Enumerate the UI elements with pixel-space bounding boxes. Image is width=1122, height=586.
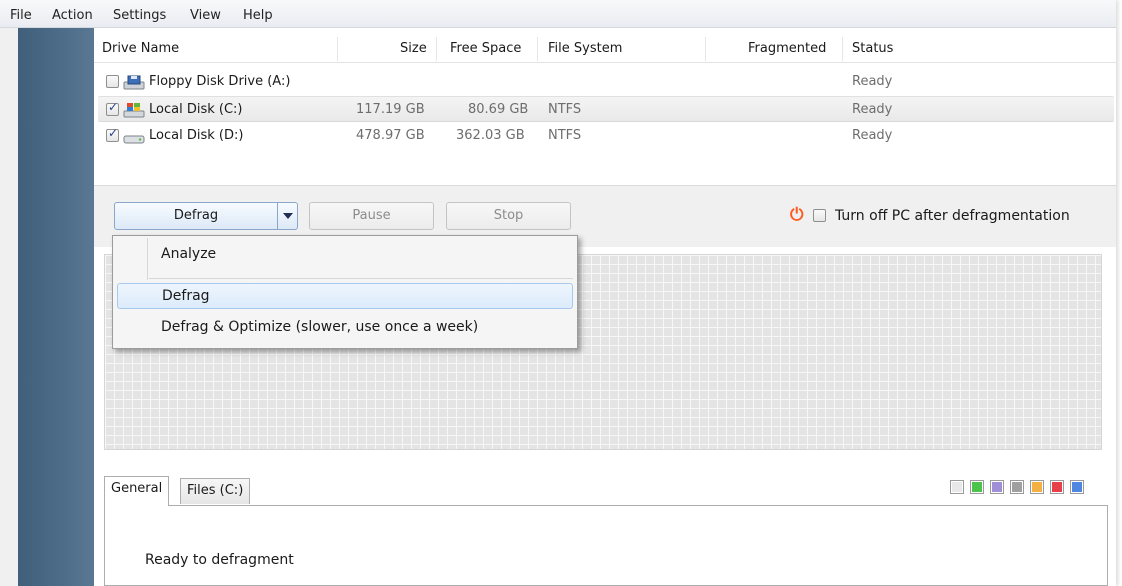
column-file-system[interactable]: File System <box>548 41 622 56</box>
column-divider <box>337 37 338 61</box>
column-free-space[interactable]: Free Space <box>450 41 521 56</box>
legend-swatch <box>1030 480 1044 494</box>
dropdown-arrow-icon[interactable] <box>277 203 297 229</box>
defrag-dropdown-menu: Analyze Defrag Defrag & Optimize (slower… <box>112 235 578 349</box>
column-divider <box>537 37 538 61</box>
column-divider <box>705 37 706 61</box>
legend-swatch <box>1010 480 1024 494</box>
turn-off-checkbox[interactable] <box>813 209 826 222</box>
floppy-drive-icon <box>123 75 145 90</box>
column-size[interactable]: Size <box>400 41 427 56</box>
drive-checkbox[interactable] <box>106 100 119 116</box>
system-disk-icon <box>123 103 145 118</box>
pause-button[interactable]: Pause <box>309 202 434 230</box>
menu-view[interactable]: View <box>190 8 221 23</box>
drive-free-space: 362.03 GB <box>456 128 525 143</box>
drive-name: Local Disk (D:) <box>149 128 244 143</box>
legend-color <box>1052 482 1062 492</box>
drive-status: Ready <box>852 74 893 89</box>
menu-file[interactable]: File <box>10 8 32 23</box>
drive-size: 478.97 GB <box>356 128 425 143</box>
drive-checkbox[interactable] <box>106 126 119 142</box>
drive-checkbox[interactable] <box>106 75 119 88</box>
tab-general[interactable]: General <box>104 476 170 506</box>
menu-help[interactable]: Help <box>243 8 273 23</box>
table-row[interactable]: Floppy Disk Drive (A:) Ready <box>94 69 1116 95</box>
drive-name: Local Disk (C:) <box>149 102 243 117</box>
menu-item-defrag[interactable]: Defrag <box>117 283 573 309</box>
power-icon: ⏻ <box>790 205 804 225</box>
menu-action[interactable]: Action <box>52 8 93 23</box>
general-tab-panel: Ready to defragment <box>104 505 1108 586</box>
column-drive-name[interactable]: Drive Name <box>102 41 179 56</box>
drive-table: Drive Name Size Free Space File System F… <box>94 35 1116 185</box>
table-header: Drive Name Size Free Space File System F… <box>94 35 1116 63</box>
defrag-split-button[interactable]: Defrag <box>114 202 298 230</box>
column-status[interactable]: Status <box>852 41 893 56</box>
sidebar-panel <box>18 28 94 586</box>
legend-color <box>952 482 962 492</box>
hard-disk-icon <box>123 135 145 144</box>
drive-file-system: NTFS <box>548 128 582 143</box>
drive-size: 117.19 GB <box>356 102 425 117</box>
drive-status: Ready <box>852 128 893 143</box>
legend-swatch <box>1070 480 1084 494</box>
turn-off-label[interactable]: Turn off PC after defragmentation <box>835 208 1070 224</box>
info-tabs: General Files (C:) Ready to defragment <box>104 476 1108 586</box>
legend-swatch <box>950 480 964 494</box>
legend-swatch <box>1050 480 1064 494</box>
column-divider <box>842 37 843 61</box>
stop-button[interactable]: Stop <box>446 202 571 230</box>
drive-file-system: NTFS <box>548 102 582 117</box>
defrag-button-label[interactable]: Defrag <box>115 203 277 229</box>
drive-name: Floppy Disk Drive (A:) <box>149 74 291 89</box>
column-fragmented[interactable]: Fragmented <box>748 41 826 56</box>
legend-color <box>1012 482 1022 492</box>
menu-item-defrag-optimize[interactable]: Defrag & Optimize (slower, use once a we… <box>117 314 573 340</box>
menu-item-analyze[interactable]: Analyze <box>117 241 573 267</box>
menu-separator <box>149 278 573 279</box>
app-window: File Action Settings View Help Drive Nam… <box>0 0 1116 586</box>
legend-swatch <box>970 480 984 494</box>
table-row[interactable]: Local Disk (C:) 117.19 GB 80.69 GB NTFS … <box>98 96 1114 122</box>
legend-color <box>1072 482 1082 492</box>
legend-color <box>972 482 982 492</box>
column-divider <box>436 37 437 61</box>
menu-settings[interactable]: Settings <box>113 8 166 23</box>
table-row[interactable]: Local Disk (D:) 478.97 GB 362.03 GB NTFS… <box>94 123 1116 149</box>
legend-swatch <box>990 480 1004 494</box>
menu-bar: File Action Settings View Help <box>0 0 1116 28</box>
drive-status: Ready <box>852 102 893 117</box>
drive-free-space: 80.69 GB <box>468 102 529 117</box>
legend-color <box>992 482 1002 492</box>
tab-files[interactable]: Files (C:) <box>180 478 251 504</box>
status-text: Ready to defragment <box>145 552 294 568</box>
legend-color <box>1032 482 1042 492</box>
